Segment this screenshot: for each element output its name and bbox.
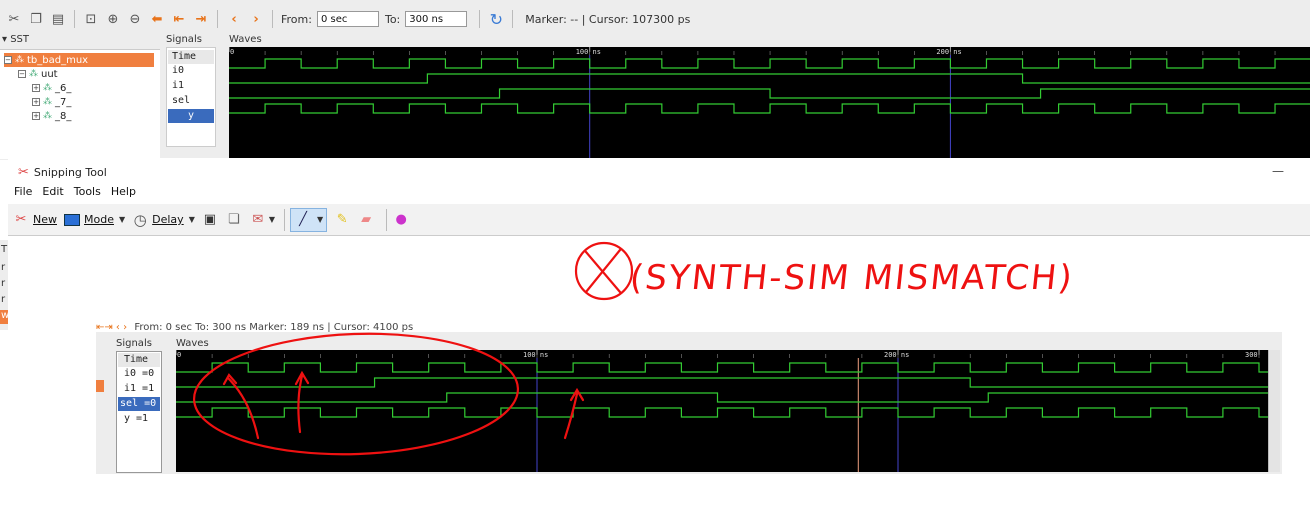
annotation-text: (SYNTH-SIM MISMATCH) — [627, 258, 1076, 298]
annotation-star-x — [584, 248, 622, 294]
annotation-arrow-1 — [222, 373, 260, 440]
annotation-arrow-3 — [563, 387, 585, 440]
annotation-arrow-2 — [294, 370, 310, 434]
